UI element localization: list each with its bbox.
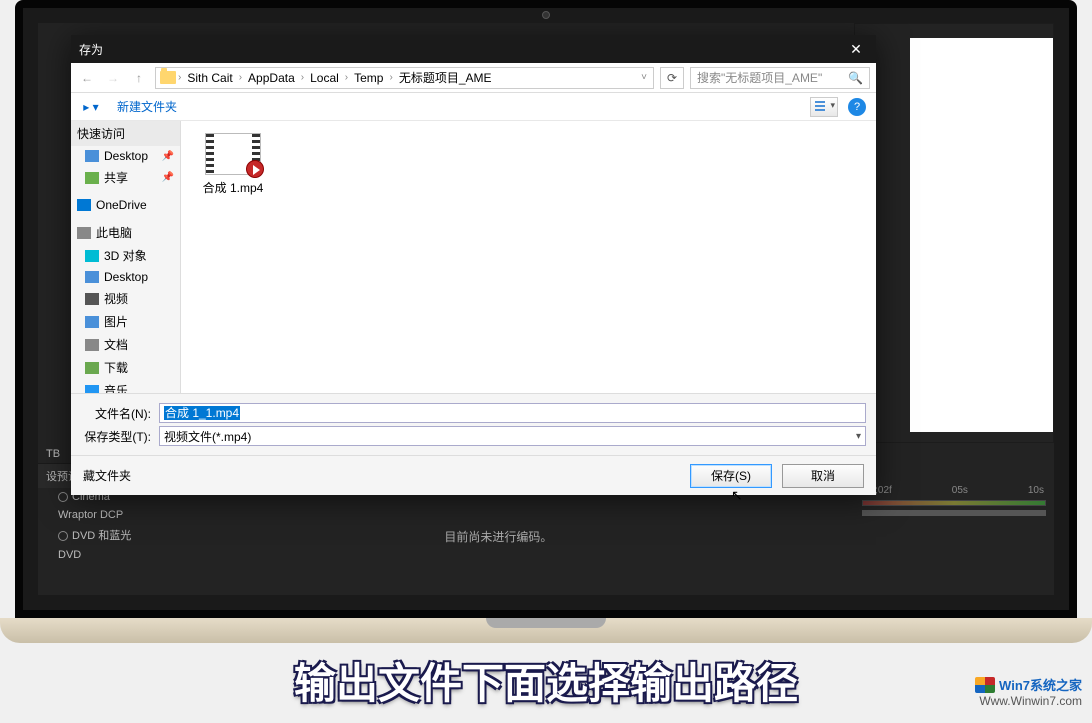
film-strip-icon bbox=[206, 134, 214, 174]
laptop-frame: ■ ▶ ▾ 00;02f 05s 10s 目前尚未进行编码。 bbox=[0, 0, 1092, 723]
video-thumbnail bbox=[205, 133, 261, 175]
refresh-button[interactable]: ⟳ bbox=[660, 67, 684, 89]
chevron-down-icon[interactable]: ˅ bbox=[639, 72, 649, 83]
hide-folders-link[interactable]: 藏文件夹 bbox=[83, 467, 131, 484]
desktop-icon bbox=[85, 150, 99, 162]
preset-item-wraptor[interactable]: Wraptor DCP bbox=[38, 506, 223, 524]
sidebar-section-quickaccess[interactable]: 快速访问 bbox=[71, 121, 180, 146]
organize-button[interactable]: ▸ ▾ bbox=[81, 97, 101, 117]
sidebar-item-downloads[interactable]: 下载 bbox=[71, 356, 180, 379]
dialog-field-area: 文件名(N): 合成 1_1.mp4 保存类型(T): 视频文件(*.mp4)▾ bbox=[71, 393, 876, 455]
webcam bbox=[542, 11, 550, 19]
cursor-icon: ↖ bbox=[731, 487, 743, 504]
breadcrumb-item[interactable]: 无标题项目_AME bbox=[395, 69, 496, 86]
desktop-icon bbox=[85, 271, 99, 283]
nav-back-button[interactable]: ← bbox=[77, 68, 97, 88]
sidebar-item-3dobjects[interactable]: 3D 对象 bbox=[71, 244, 180, 267]
new-folder-button[interactable]: 新建文件夹 bbox=[111, 96, 183, 117]
address-bar-row: ← → ↑ › Sith Cait› AppData› Local› Temp›… bbox=[71, 63, 876, 93]
download-icon bbox=[85, 362, 99, 374]
timeline-tick: 05s bbox=[952, 485, 968, 496]
chevron-right-icon[interactable]: › bbox=[387, 72, 394, 83]
breadcrumb-item[interactable]: Temp bbox=[350, 71, 387, 85]
chevron-down-icon: ▾ bbox=[856, 431, 861, 442]
sidebar-item-videos[interactable]: 视频 bbox=[71, 287, 180, 310]
preview-panel bbox=[854, 23, 1054, 443]
file-list-area[interactable]: 合成 1.mp4 bbox=[181, 121, 876, 393]
chevron-right-icon[interactable]: › bbox=[299, 72, 306, 83]
video-subtitle: 输出文件下面选择输出路径 bbox=[0, 650, 1092, 711]
help-button[interactable]: ? bbox=[848, 98, 866, 116]
dialog-titlebar[interactable]: 存为 ✕ bbox=[71, 35, 876, 63]
watermark-brand: Win7系统之家 bbox=[999, 675, 1082, 694]
preview-canvas bbox=[910, 38, 1053, 432]
encode-status: 目前尚未进行编码。 bbox=[444, 528, 552, 545]
pin-icon: 📌 bbox=[162, 172, 174, 183]
sidebar-item-thispc[interactable]: 此电脑 bbox=[71, 221, 180, 244]
cube-icon bbox=[85, 250, 99, 262]
cancel-button[interactable]: 取消 bbox=[782, 464, 864, 488]
pc-icon bbox=[77, 227, 91, 239]
folder-icon bbox=[160, 71, 176, 84]
sidebar-item-music[interactable]: 音乐 bbox=[71, 379, 180, 393]
laptop-notch bbox=[486, 618, 606, 628]
save-as-dialog: 存为 ✕ ← → ↑ › Sith Cait› AppData› Local› … bbox=[71, 35, 876, 495]
chevron-right-icon[interactable]: › bbox=[176, 72, 183, 83]
search-icon[interactable]: 🔍 bbox=[848, 71, 863, 85]
view-options-button[interactable] bbox=[810, 97, 838, 117]
document-icon bbox=[85, 339, 99, 351]
timeline-panel: 00;02f 05s 10s bbox=[854, 485, 1054, 525]
dialog-footer: 藏文件夹 保存(S)↖ 取消 bbox=[71, 455, 876, 495]
sidebar-item-pictures[interactable]: 图片 bbox=[71, 310, 180, 333]
breadcrumb-bar[interactable]: › Sith Cait› AppData› Local› Temp› 无标题项目… bbox=[155, 67, 654, 89]
nav-forward-button[interactable]: → bbox=[103, 68, 123, 88]
dialog-toolbar: ▸ ▾ 新建文件夹 ? bbox=[71, 93, 876, 121]
watermark-url: Www.Winwin7.com bbox=[975, 694, 1082, 708]
filetype-label: 保存类型(T): bbox=[81, 428, 151, 445]
video-icon bbox=[85, 293, 99, 305]
filename-label: 文件名(N): bbox=[81, 405, 151, 422]
preset-item-dvd-bluray[interactable]: DVD 和蓝光 bbox=[38, 524, 223, 546]
filetype-select[interactable]: 视频文件(*.mp4)▾ bbox=[159, 426, 866, 446]
screen-bezel: ■ ▶ ▾ 00;02f 05s 10s 目前尚未进行编码。 bbox=[15, 0, 1077, 618]
save-button[interactable]: 保存(S)↖ bbox=[690, 464, 772, 488]
file-name-label: 合成 1.mp4 bbox=[193, 179, 273, 196]
timeline-tick: 10s bbox=[1028, 485, 1044, 496]
sidebar-item-documents[interactable]: 文档 bbox=[71, 333, 180, 356]
chevron-right-icon[interactable]: › bbox=[237, 72, 244, 83]
file-item-video[interactable]: 合成 1.mp4 bbox=[193, 133, 273, 196]
chevron-right-icon[interactable]: › bbox=[343, 72, 350, 83]
sidebar-item-share[interactable]: 共享📌 bbox=[71, 166, 180, 189]
dialog-title: 存为 bbox=[79, 41, 103, 58]
dialog-body: 快速访问 Desktop📌 共享📌 OneDrive 此电脑 3D 对象 Des… bbox=[71, 121, 876, 393]
disc-icon bbox=[58, 531, 68, 541]
nav-up-button[interactable]: ↑ bbox=[129, 68, 149, 88]
search-input[interactable]: 搜索"无标题项目_AME" 🔍 bbox=[690, 67, 870, 89]
play-badge-icon bbox=[246, 160, 264, 178]
breadcrumb-item[interactable]: Local bbox=[306, 71, 343, 85]
sidebar-item-onedrive[interactable]: OneDrive bbox=[71, 195, 180, 215]
close-button[interactable]: ✕ bbox=[836, 35, 876, 63]
breadcrumb-item[interactable]: AppData bbox=[244, 71, 299, 85]
onedrive-icon bbox=[77, 199, 91, 211]
timeline-track-b[interactable] bbox=[862, 510, 1046, 516]
timeline-track-a[interactable] bbox=[862, 500, 1046, 506]
screen: ■ ▶ ▾ 00;02f 05s 10s 目前尚未进行编码。 bbox=[38, 23, 1054, 595]
filename-input[interactable]: 合成 1_1.mp4 bbox=[159, 403, 866, 423]
breadcrumb-item[interactable]: Sith Cait bbox=[183, 71, 236, 85]
navigation-sidebar: 快速访问 Desktop📌 共享📌 OneDrive 此电脑 3D 对象 Des… bbox=[71, 121, 181, 393]
sidebar-item-desktop[interactable]: Desktop📌 bbox=[71, 146, 180, 166]
preset-item-dvd[interactable]: DVD bbox=[38, 546, 223, 564]
windows-logo-icon bbox=[975, 677, 995, 693]
watermark: Win7系统之家 Www.Winwin7.com bbox=[975, 675, 1082, 708]
laptop-base bbox=[0, 618, 1092, 643]
gear-icon bbox=[58, 492, 68, 502]
search-placeholder: 搜索"无标题项目_AME" bbox=[697, 69, 822, 86]
picture-icon bbox=[85, 316, 99, 328]
sidebar-item-desktop2[interactable]: Desktop bbox=[71, 267, 180, 287]
share-icon bbox=[85, 172, 99, 184]
pin-icon: 📌 bbox=[162, 151, 174, 162]
music-icon bbox=[85, 385, 99, 394]
